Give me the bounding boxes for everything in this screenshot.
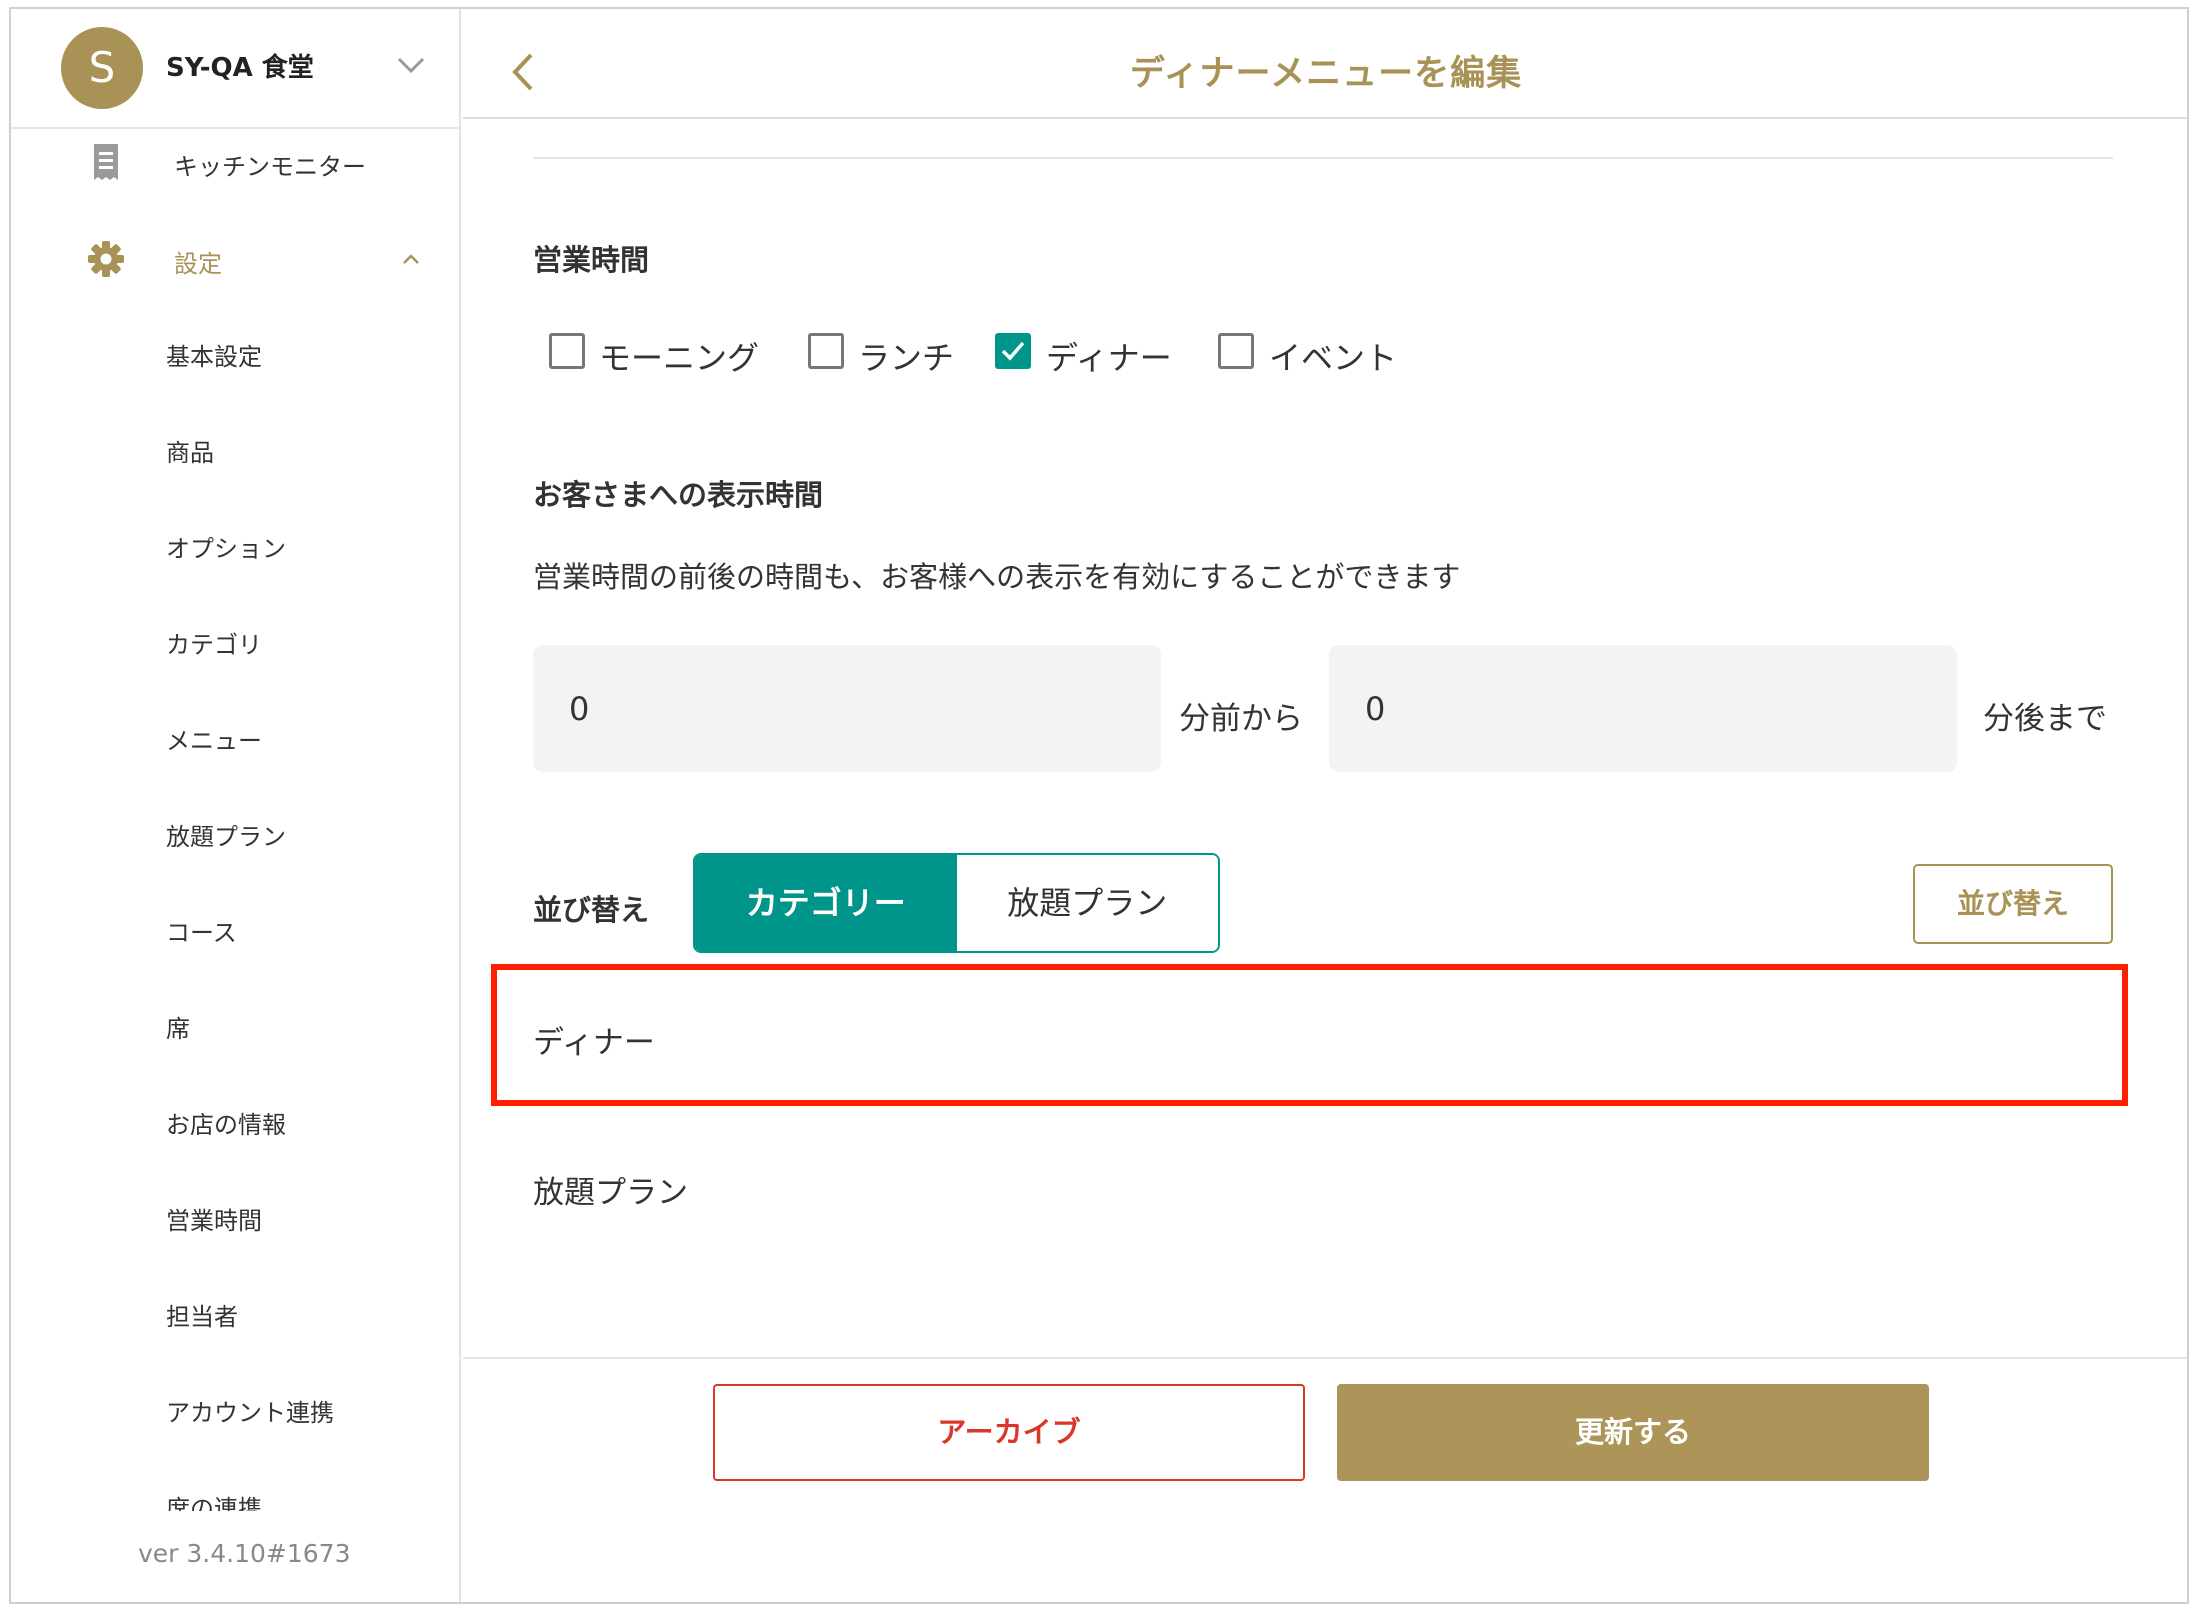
sidebar-subitem-categories[interactable]: カテゴリ xyxy=(166,625,262,660)
minutes-after-input[interactable] xyxy=(1329,645,1957,772)
app-window: S SY-QA 食堂 キッチンモニター 設定 基本設定 商品 オプション カテゴ… xyxy=(9,7,2189,1604)
sidebar: S SY-QA 食堂 キッチンモニター 設定 基本設定 商品 オプション カテゴ… xyxy=(11,9,461,1602)
sidebar-subitem-business-hours[interactable]: 営業時間 xyxy=(166,1201,262,1236)
store-switcher[interactable]: S SY-QA 食堂 xyxy=(11,9,459,129)
highlight-box xyxy=(491,964,2128,1106)
sidebar-subitem-unlimited-plans[interactable]: 放題プラン xyxy=(166,817,286,852)
business-hours-title: 営業時間 xyxy=(533,243,650,277)
receipt-icon xyxy=(94,144,118,180)
version-label: ver 3.4.10#1673 xyxy=(138,1539,351,1568)
store-name: SY-QA 食堂 xyxy=(166,53,314,83)
sidebar-subitem-clip: 席の連携 xyxy=(11,1487,459,1511)
sidebar-item-label: 設定 xyxy=(174,250,222,278)
chevron-down-icon[interactable] xyxy=(391,45,431,85)
sort-button[interactable]: 並び替え xyxy=(1913,864,2113,944)
checkbox-label-morning[interactable]: モーニング xyxy=(599,333,759,379)
minutes-after-unit: 分後まで xyxy=(1983,701,2107,737)
page-title: ディナーメニューを編集 xyxy=(1129,54,1523,94)
divider xyxy=(533,157,2113,159)
sidebar-subitem-staff[interactable]: 担当者 xyxy=(166,1297,238,1332)
header-bar: ディナーメニューを編集 xyxy=(463,9,2187,119)
sidebar-item-label: キッチンモニター xyxy=(174,153,366,181)
checkbox-dinner[interactable] xyxy=(995,333,1031,369)
checkbox-event[interactable] xyxy=(1218,333,1254,369)
sidebar-subitem-courses[interactable]: コース xyxy=(166,913,237,948)
sidebar-subitem-store-info[interactable]: お店の情報 xyxy=(166,1105,286,1140)
display-time-title: お客さまへの表示時間 xyxy=(533,478,824,512)
list-item[interactable]: ディナー xyxy=(533,1017,655,1062)
chevron-up-icon xyxy=(403,254,419,264)
sidebar-subitem-seat-link[interactable]: 席の連携 xyxy=(166,1489,262,1511)
store-avatar: S xyxy=(61,27,143,109)
checkbox-label-lunch[interactable]: ランチ xyxy=(858,333,954,379)
sort-label: 並び替え xyxy=(533,893,650,927)
sidebar-subitem-menus[interactable]: メニュー xyxy=(166,721,262,756)
main-panel: ディナーメニューを編集 営業時間 モーニング ランチ ディナー イベント お客さ… xyxy=(463,9,2187,1602)
list-item[interactable]: 放題プラン xyxy=(533,1167,688,1212)
minutes-before-input[interactable] xyxy=(533,645,1161,772)
sidebar-subitem-account-link[interactable]: アカウント連携 xyxy=(166,1393,334,1428)
archive-button[interactable]: アーカイブ xyxy=(713,1384,1305,1481)
tab-category[interactable]: カテゴリー xyxy=(695,855,957,951)
checkbox-label-dinner[interactable]: ディナー xyxy=(1046,333,1172,379)
sort-segmented-control: カテゴリー 放題プラン xyxy=(693,853,1220,953)
checkbox-label-event[interactable]: イベント xyxy=(1269,333,1397,379)
minutes-before-unit: 分前から xyxy=(1179,701,1303,737)
sidebar-subitem-options[interactable]: オプション xyxy=(166,529,286,564)
checkbox-morning[interactable] xyxy=(549,333,585,369)
tab-unlimited-plan[interactable]: 放題プラン xyxy=(956,855,1218,951)
sidebar-subitem-products[interactable]: 商品 xyxy=(166,433,214,468)
gear-icon xyxy=(88,241,124,277)
sidebar-subitem-seats[interactable]: 席 xyxy=(166,1009,190,1044)
checkbox-lunch[interactable] xyxy=(808,333,844,369)
sidebar-subitem-basic-settings[interactable]: 基本設定 xyxy=(166,337,262,372)
checkmark-icon xyxy=(1001,341,1025,361)
update-button[interactable]: 更新する xyxy=(1337,1384,1929,1481)
display-time-description: 営業時間の前後の時間も、お客様への表示を有効にすることができます xyxy=(533,560,1461,594)
